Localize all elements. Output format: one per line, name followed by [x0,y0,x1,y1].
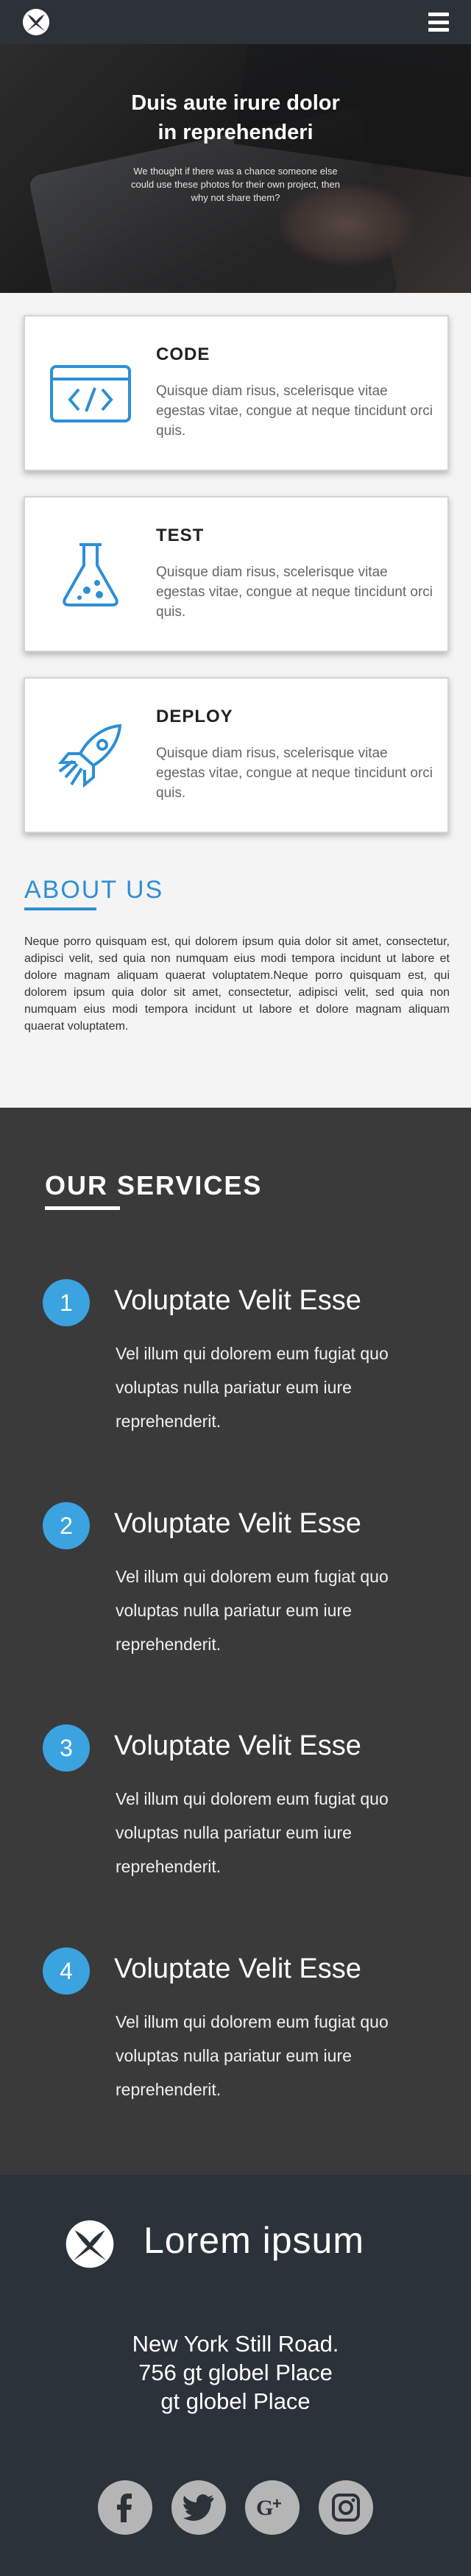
xbox-logo-icon[interactable] [22,8,50,36]
services-underline [45,1206,120,1210]
service-text: Vel illum qui dolorem eum fugiat quo vol… [116,2012,389,2099]
feature-text: Quisque diam risus, scelerisque vitae eg… [156,383,433,439]
service-number-badge: 4 [43,1947,90,1995]
service-text: Vel illum qui dolorem eum fugiat quo vol… [116,1344,389,1431]
hamburger-menu-icon[interactable] [428,13,449,32]
twitter-icon[interactable] [171,2480,226,2535]
facebook-icon[interactable] [98,2480,152,2535]
about-text: Neque porro quisquam est, qui dolorem ip… [24,935,450,1033]
feature-card-test: TEST Quisque diam risus, scelerisque vit… [24,496,449,652]
services-section: OUR SERVICES 1 Voluptate Velit Esse Vel … [0,1108,471,2175]
service-heading: Voluptate Velit Esse [114,1953,361,1984]
feature-text: Quisque diam risus, scelerisque vitae eg… [156,565,433,620]
feature-title: CODE [156,344,210,364]
code-window-icon [43,361,138,427]
rocket-icon [43,723,138,789]
about-title: ABOUT US [24,876,164,904]
feature-card-deploy: DEPLOY Quisque diam risus, scelerisque v… [24,677,449,833]
service-number-badge: 2 [43,1502,90,1549]
hero-title: Duis aute irure dolor in reprehenderi [131,91,340,144]
hero-banner: Duis aute irure dolor in reprehenderi We… [0,44,471,293]
google-plus-icon[interactable]: G + [245,2480,300,2535]
service-heading: Voluptate Velit Esse [114,1508,361,1539]
about-underline [24,907,96,910]
services-title: OUR SERVICES [45,1170,263,1200]
feature-text: Quisque diam risus, scelerisque vitae eg… [156,746,433,801]
service-heading: Voluptate Velit Esse [114,1730,361,1761]
instagram-icon[interactable] [319,2480,373,2535]
service-number-badge: 1 [43,1279,90,1326]
feature-title: DEPLOY [156,707,233,726]
service-heading: Voluptate Velit Esse [114,1285,361,1316]
xbox-logo-icon [65,2219,115,2273]
flask-icon [43,542,138,608]
service-item: 1 Voluptate Velit Esse Vel illum qui dol… [0,1279,471,1456]
service-item: 4 Voluptate Velit Esse Vel illum qui dol… [0,1947,471,2124]
service-text: Vel illum qui dolorem eum fugiat quo vol… [116,1789,389,1876]
top-navbar [0,0,471,44]
service-item: 2 Voluptate Velit Esse Vel illum qui dol… [0,1502,471,1679]
feature-title: TEST [156,526,205,545]
footer: Lorem ipsum New York Still Road. 756 gt … [0,2175,471,2576]
svg-text:G: G [256,2496,273,2520]
footer-brand: Lorem ipsum [144,2220,364,2261]
svg-text:+: + [272,2494,282,2513]
social-links: G + [0,2480,471,2535]
page: Duis aute irure dolor in reprehenderi We… [0,0,471,2576]
footer-address: New York Still Road. 756 gt globel Place… [132,2331,339,2414]
service-number-badge: 3 [43,1724,90,1772]
feature-card-code: CODE Quisque diam risus, scelerisque vit… [24,315,449,471]
service-item: 3 Voluptate Velit Esse Vel illum qui dol… [0,1724,471,1901]
service-text: Vel illum qui dolorem eum fugiat quo vol… [116,1567,389,1654]
hero-subtitle: We thought if there was a chance someone… [130,166,340,203]
